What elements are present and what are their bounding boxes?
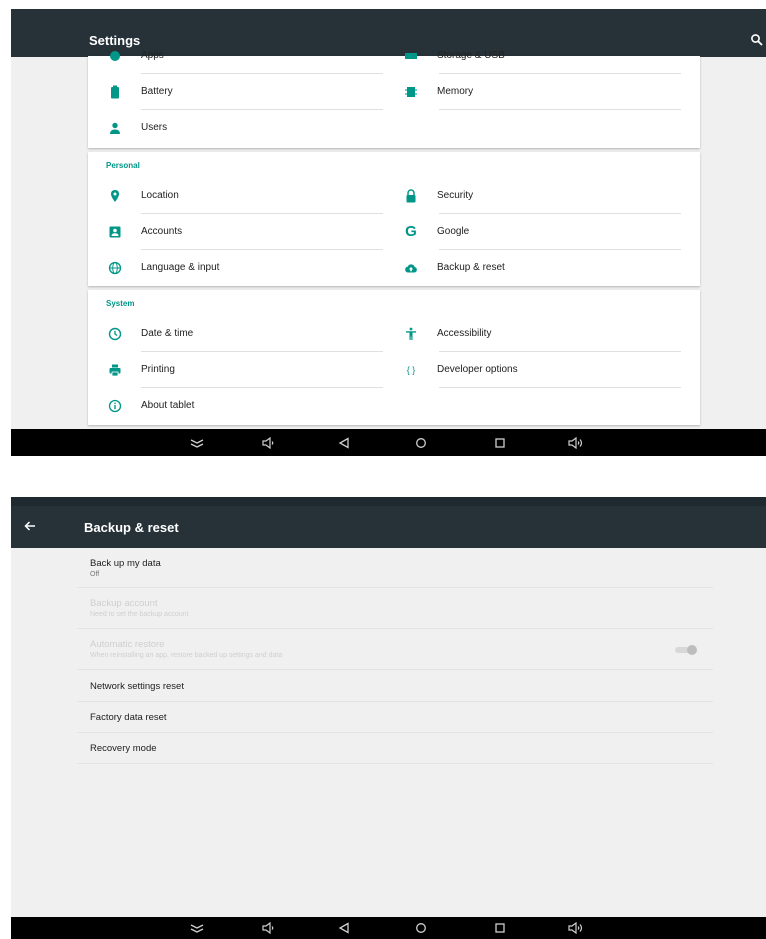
- settings-item-label: Accounts: [141, 226, 183, 237]
- automatic-restore-toggle: [675, 645, 697, 655]
- lock-icon: [404, 189, 418, 203]
- settings-item-battery[interactable]: Battery: [88, 74, 383, 110]
- printer-icon: [108, 363, 122, 377]
- home-icon[interactable]: [415, 922, 427, 934]
- navigation-bar: [11, 917, 766, 939]
- settings-item-users[interactable]: Users: [88, 110, 383, 146]
- settings-item-accounts[interactable]: Accounts: [88, 214, 383, 250]
- hide-keyboard-icon[interactable]: [189, 923, 205, 933]
- system-section: System Date & time Accessibility Printin…: [88, 290, 700, 425]
- settings-item-network-reset[interactable]: Network settings reset: [77, 670, 713, 702]
- settings-item-security[interactable]: Security: [386, 178, 681, 214]
- settings-item-label: Users: [141, 122, 168, 133]
- divider: [439, 109, 681, 110]
- home-icon[interactable]: [415, 437, 427, 449]
- recents-icon[interactable]: [494, 437, 506, 449]
- settings-item-about[interactable]: About tablet: [88, 388, 383, 424]
- settings-item-developer[interactable]: { } Developer options: [386, 352, 681, 388]
- back-icon[interactable]: [338, 436, 350, 449]
- settings-item-automatic-restore: Automatic restore When reinstalling an a…: [77, 629, 713, 670]
- back-icon[interactable]: [338, 922, 350, 934]
- settings-item-label: Location: [141, 190, 179, 201]
- settings-item-label: Battery: [141, 86, 173, 97]
- memory-icon: [404, 85, 418, 99]
- settings-item-date-time[interactable]: Date & time: [88, 316, 383, 352]
- cloud-upload-icon: [404, 261, 418, 275]
- settings-item-storage[interactable]: Storage & USB: [386, 38, 681, 74]
- toggle-thumb: [687, 645, 697, 655]
- info-icon: [108, 399, 122, 413]
- user-icon: [108, 121, 122, 135]
- volume-up-icon[interactable]: [568, 922, 586, 934]
- personal-section: Personal Location Security Accounts G Go…: [88, 152, 700, 286]
- device-section: Apps Storage & USB Battery Memory Users: [88, 50, 700, 148]
- settings-item-backup[interactable]: Backup & reset: [386, 250, 681, 286]
- globe-icon: [108, 261, 122, 275]
- google-icon: G: [405, 223, 417, 240]
- battery-icon: [108, 85, 122, 99]
- location-icon: [108, 189, 122, 203]
- volume-down-icon[interactable]: [262, 436, 276, 449]
- settings-item-label: Developer options: [437, 364, 518, 375]
- settings-item-language[interactable]: Language & input: [88, 250, 383, 286]
- item-title: Backup account: [90, 598, 158, 609]
- item-subtitle: Need to set the backup account: [90, 611, 189, 618]
- settings-item-recovery-mode[interactable]: Recovery mode: [77, 733, 713, 764]
- settings-item-google[interactable]: G Google: [386, 214, 681, 250]
- settings-item-label: Google: [437, 226, 470, 237]
- section-header: Personal: [106, 161, 140, 170]
- settings-item-back-up-data[interactable]: Back up my data Off: [77, 548, 713, 588]
- item-title: Back up my data: [90, 558, 161, 569]
- arrow-back-icon[interactable]: [23, 519, 37, 533]
- settings-item-backup-account: Backup account Need to set the backup ac…: [77, 588, 713, 629]
- hide-keyboard-icon[interactable]: [189, 438, 205, 448]
- item-title: Recovery mode: [90, 743, 157, 754]
- settings-item-accessibility[interactable]: Accessibility: [386, 316, 681, 352]
- apps-icon: [108, 49, 122, 63]
- status-bar: [11, 497, 766, 506]
- item-title: Factory data reset: [90, 712, 167, 723]
- settings-item-label: Backup & reset: [437, 262, 505, 273]
- settings-item-label: Memory: [437, 86, 474, 97]
- settings-item-label: Security: [437, 190, 474, 201]
- settings-item-label: Apps: [141, 50, 164, 61]
- code-braces-icon: { }: [406, 365, 416, 375]
- item-title: Automatic restore: [90, 639, 165, 650]
- volume-down-icon[interactable]: [262, 922, 276, 934]
- account-box-icon: [108, 225, 122, 239]
- storage-icon: [404, 49, 418, 63]
- settings-item-label: Date & time: [141, 328, 194, 339]
- volume-up-icon[interactable]: [568, 436, 586, 449]
- settings-item-factory-reset[interactable]: Factory data reset: [77, 702, 713, 733]
- settings-item-printing[interactable]: Printing: [88, 352, 383, 388]
- settings-item-memory[interactable]: Memory: [386, 74, 681, 110]
- item-subtitle: When reinstalling an app, restore backed…: [90, 652, 283, 659]
- section-header: System: [106, 299, 135, 308]
- item-subtitle: Off: [90, 571, 100, 578]
- navigation-bar: [11, 429, 766, 456]
- search-icon[interactable]: [750, 33, 764, 47]
- settings-item-location[interactable]: Location: [88, 178, 383, 214]
- page-title: Backup & reset: [84, 520, 179, 535]
- settings-item-label: About tablet: [141, 400, 195, 411]
- settings-item-label: Accessibility: [437, 328, 492, 339]
- app-bar: Backup & reset: [11, 506, 766, 548]
- settings-screen: Settings Apps Storage & USB Battery Memo…: [11, 9, 766, 456]
- settings-item-label: Storage & USB: [437, 50, 505, 61]
- recents-icon[interactable]: [494, 922, 506, 934]
- settings-item-apps[interactable]: Apps: [88, 38, 383, 74]
- settings-item-label: Language & input: [141, 262, 220, 273]
- accessibility-icon: [404, 327, 418, 341]
- settings-item-label: Printing: [141, 364, 175, 375]
- divider: [439, 387, 681, 388]
- clock-icon: [108, 327, 122, 341]
- item-title: Network settings reset: [90, 681, 184, 692]
- backup-reset-screen: Backup & reset Back up my data Off Backu…: [11, 497, 766, 939]
